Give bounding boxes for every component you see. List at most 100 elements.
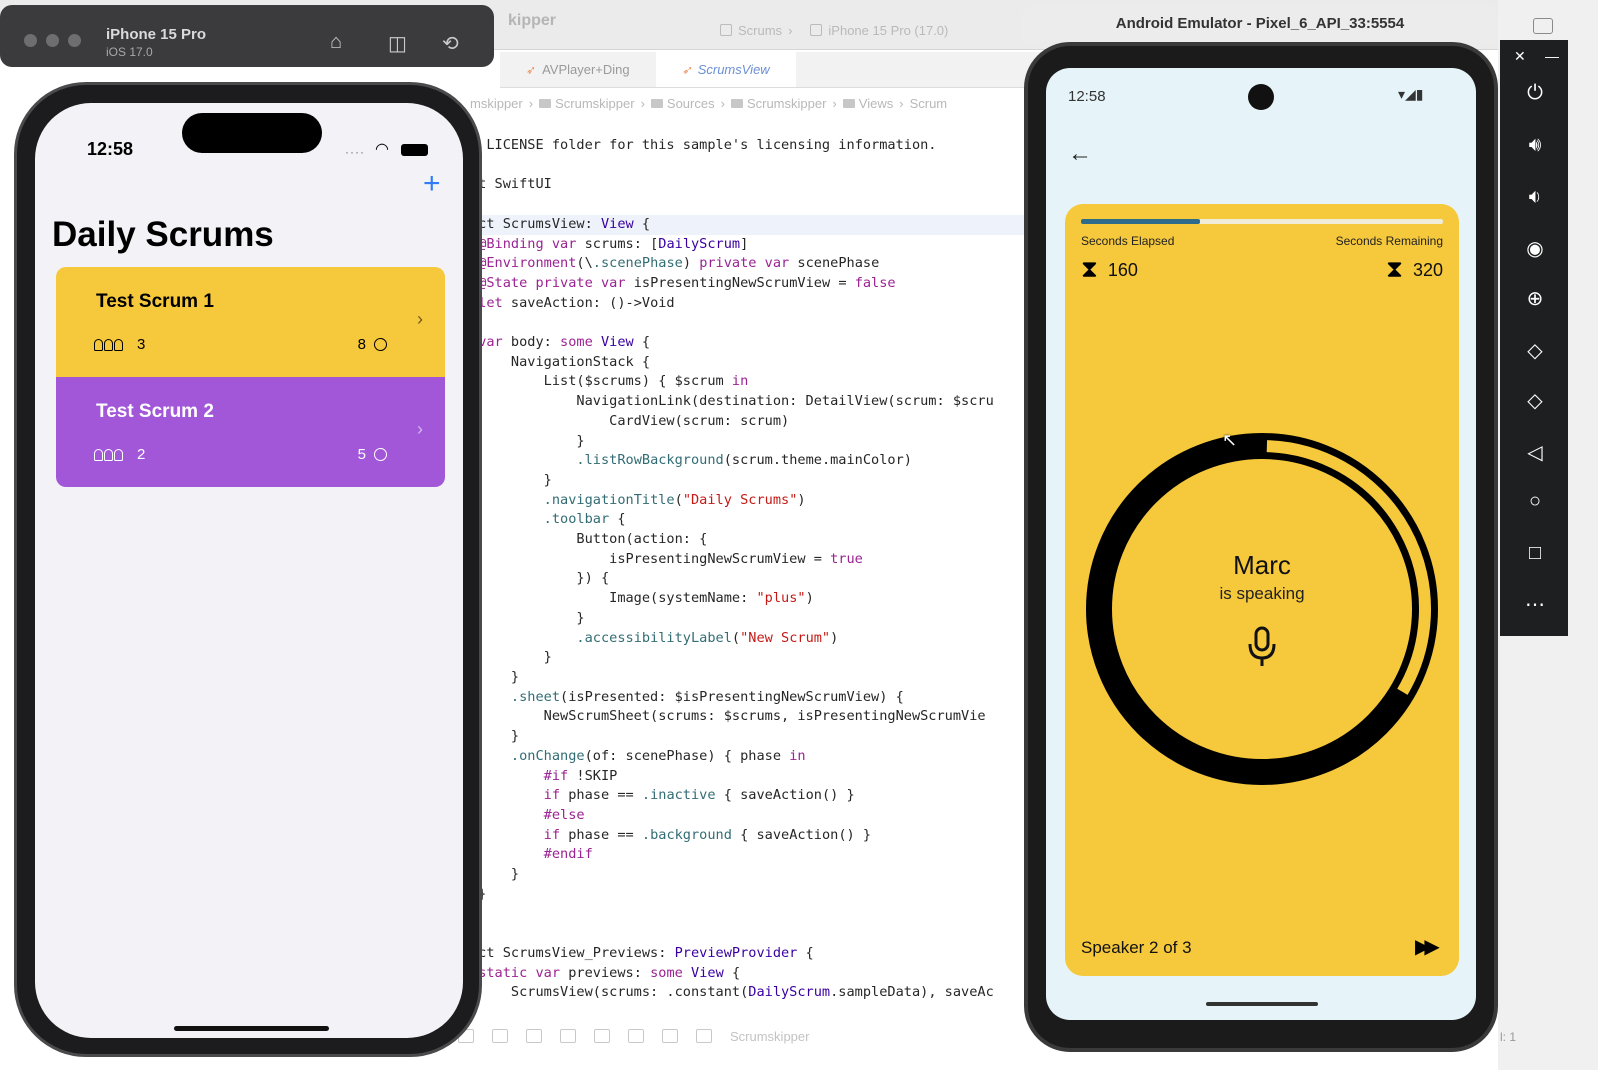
meeting-progress-fill	[1081, 219, 1201, 224]
tab-label: ScrumsView	[697, 62, 770, 77]
remaining-label: Seconds Remaining	[1335, 234, 1443, 248]
tab-avplayer-ding[interactable]: ➶ AVPlayer+Ding	[500, 52, 656, 87]
hourglass-icon: ⧗	[1386, 256, 1403, 283]
front-camera	[1248, 84, 1274, 110]
volume-down-icon[interactable]: 🔉︎	[1522, 186, 1548, 209]
minimize-window-button[interactable]	[46, 34, 59, 47]
home-icon[interactable]: ○	[1522, 490, 1548, 513]
scrum-row[interactable]: Test Scrum 2 2 5 ›	[56, 377, 445, 487]
code-line: @State private var isPresentingNewScrumV…	[478, 274, 896, 291]
back-arrow-icon[interactable]: ←	[1068, 140, 1092, 168]
rotate-icon[interactable]: ⟲	[442, 31, 459, 56]
code-line: }	[470, 609, 585, 626]
speaker-status: is speaking	[1219, 584, 1305, 603]
breadcrumb-item[interactable]: Sources	[650, 96, 715, 111]
view-hierarchy-icon[interactable]	[594, 1029, 610, 1043]
debug-bar: Scrumskipper	[440, 1022, 1030, 1050]
breadcrumb-item[interactable]: Scrum	[910, 96, 948, 111]
code-line: #endif	[543, 846, 593, 863]
overview-icon[interactable]: □	[1522, 542, 1548, 565]
breadcrumb-item[interactable]: mskipper	[470, 96, 523, 111]
scheme-selector[interactable]: Scrums › iPhone 15 Pro (17.0)	[720, 19, 948, 41]
rotate-right-icon[interactable]: ◇	[1522, 388, 1548, 413]
environment-icon[interactable]	[662, 1029, 678, 1043]
iphone-frame: 12:58 ···· ◠ + Daily Scrums Test Scrum 1…	[14, 82, 482, 1057]
location-icon[interactable]	[696, 1029, 712, 1043]
scheme-chip[interactable]: Scrums ›	[720, 23, 792, 38]
code-line: NavigationLink(destination: DetailView(s…	[470, 393, 994, 410]
remaining-value: 320	[1412, 259, 1443, 280]
code-line: static var previews: some View {	[478, 964, 741, 981]
swift-file-icon: ➶	[526, 62, 537, 77]
volume-up-icon[interactable]: 🔊︎	[1522, 134, 1548, 157]
code-line: #if !SKIP	[543, 767, 618, 784]
home-icon[interactable]: ⌂	[330, 31, 342, 54]
breadcrumb: mskipper › Scrumskipper › Sources › Scrumsk…	[470, 95, 948, 111]
package-icon	[539, 98, 552, 108]
zoom-window-button[interactable]	[68, 34, 81, 47]
more-icon[interactable]: ⋯	[1522, 592, 1548, 617]
elapsed-label: Seconds Elapsed	[1081, 234, 1175, 248]
camera-icon[interactable]: ◉	[1522, 236, 1548, 261]
attendees-value: 3	[137, 336, 146, 353]
step-in-icon[interactable]	[526, 1029, 542, 1043]
code-line: Image(systemName: "plus")	[470, 590, 814, 607]
code-line: if phase == .background { saveAction() }	[543, 826, 872, 843]
step-out-icon[interactable]	[560, 1029, 576, 1043]
attendees-count: 3	[94, 336, 145, 353]
screenshot-icon[interactable]: ◫	[388, 31, 407, 56]
wifi-icon: ◠	[375, 141, 389, 158]
code-line: ScrumsView(scrums: .constant(DailyScrum.…	[470, 984, 994, 1001]
scrum-row[interactable]: Test Scrum 1 3 8 ›	[56, 267, 445, 377]
step-over-icon[interactable]	[492, 1029, 508, 1043]
signal-icon: ····	[345, 145, 365, 159]
code-line: #else	[543, 806, 585, 823]
code-line: Button(action: {	[470, 531, 708, 548]
gesture-nav-bar[interactable]	[1206, 1002, 1318, 1006]
code-line: var body: some View {	[478, 334, 651, 351]
folder-icon	[730, 98, 743, 108]
meeting-card: Seconds Elapsed Seconds Remaining ⧗ 160 …	[1065, 204, 1459, 976]
zoom-icon[interactable]: ⊕	[1522, 286, 1548, 311]
destination-chip[interactable]: iPhone 15 Pro (17.0)	[810, 23, 948, 38]
back-icon[interactable]: ◁	[1522, 440, 1548, 465]
code-line: CardView(scrum: scrum)	[470, 412, 790, 429]
source-editor[interactable]: e LICENSE folder for this sample's licen…	[470, 136, 1030, 1016]
code-line: .onChange(of: scenePhase) { phase in	[510, 747, 806, 764]
rotate-left-icon[interactable]: ◇	[1522, 338, 1548, 363]
remaining-value-group: ⧗ 320	[1386, 256, 1443, 284]
code-line: @Binding var scrums: [DailyScrum]	[478, 235, 749, 252]
breadcrumb-item[interactable]: Scrumskipper	[539, 96, 635, 111]
memory-graph-icon[interactable]	[628, 1029, 644, 1043]
code-line: .navigationTitle("Daily Scrums")	[543, 491, 806, 508]
length-value: 8	[357, 336, 366, 353]
minimize-icon[interactable]: —	[1545, 48, 1559, 64]
skip-speaker-icon[interactable]: ▶▶	[1415, 934, 1440, 959]
code-line: .accessibilityLabel("New Scrum")	[576, 629, 839, 646]
breadcrumb-item[interactable]: Views	[842, 96, 893, 111]
code-line: }	[470, 668, 520, 685]
close-icon[interactable]: ✕	[1514, 48, 1526, 65]
tab-scrumsview[interactable]: ➶ ScrumsView	[655, 52, 796, 87]
add-scrum-button[interactable]: +	[423, 169, 441, 199]
scheme-label: Scrums	[738, 22, 783, 38]
dynamic-island	[182, 113, 322, 153]
close-window-button[interactable]	[24, 34, 37, 47]
destination-label: iPhone 15 Pro (17.0)	[828, 22, 949, 38]
people-icon	[94, 448, 123, 461]
code-line: NavigationStack {	[470, 353, 651, 370]
code-line: }	[478, 885, 487, 902]
code-line: }) {	[470, 570, 610, 587]
home-indicator[interactable]	[174, 1026, 329, 1031]
code-line: }	[470, 471, 552, 488]
battery-icon	[401, 144, 428, 156]
inspector-toggle-icon[interactable]	[1533, 18, 1553, 34]
iphone-screen: 12:58 ···· ◠ + Daily Scrums Test Scrum 1…	[35, 103, 463, 1038]
breadcrumb-item[interactable]: Scrumskipper	[730, 96, 826, 111]
people-icon	[94, 338, 123, 351]
code-line: List($scrums) { $scrum in	[470, 373, 749, 390]
length-value: 5	[357, 446, 366, 463]
android-screen: 12:58 ▾◢▮ ← Seconds Elapsed Seconds Rema…	[1046, 68, 1476, 1020]
power-icon[interactable]: ⏻	[1522, 82, 1548, 105]
